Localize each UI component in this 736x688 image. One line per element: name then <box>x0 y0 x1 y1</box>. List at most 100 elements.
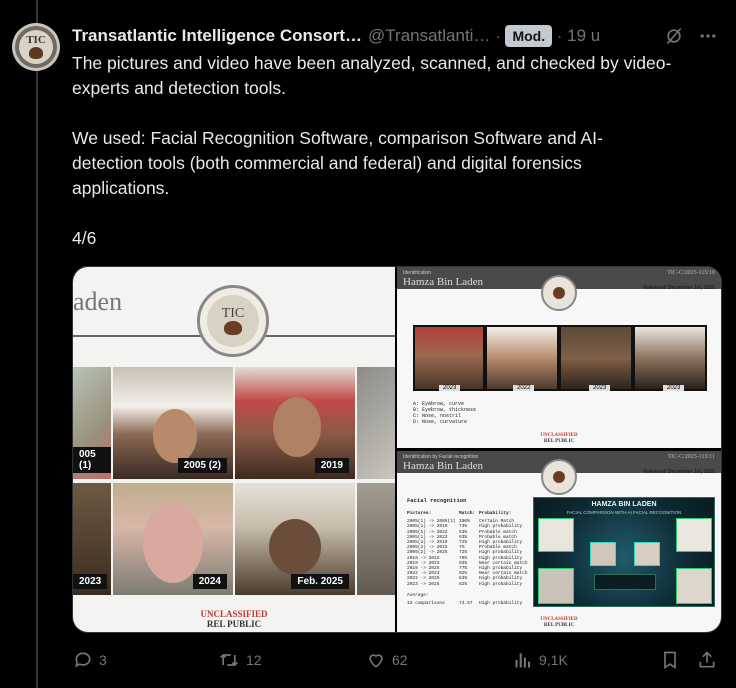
share-icon <box>699 651 715 668</box>
photo-label: 2022 <box>513 385 535 391</box>
photo: 005 (1) <box>73 367 111 479</box>
classification-sub: REL PUBLIC <box>543 623 575 628</box>
table-cell: High probability <box>479 601 523 607</box>
photo-label: 2019 <box>314 458 349 473</box>
photo-label: 2023 <box>663 385 685 391</box>
share-button[interactable] <box>697 648 723 672</box>
table-cell <box>459 593 479 598</box>
views-button[interactable]: 9,1K <box>513 648 568 672</box>
avatar[interactable]: TIC <box>12 23 60 71</box>
photo-label: 2024 <box>192 574 227 589</box>
classification-label: UNCLASSIFIED <box>540 617 578 622</box>
graphic-title: HAMZA BIN LADEN <box>591 501 657 508</box>
tic-seal: TIC <box>197 285 269 357</box>
table-cell: Match: <box>459 511 476 516</box>
recognition-graphic: HAMZA BIN LADEN FACIAL COMPARISON WITH A… <box>533 497 715 607</box>
slide-released: Released: December 1st, 2025 <box>643 285 715 291</box>
like-button[interactable]: 62 <box>366 648 408 672</box>
reply-button[interactable]: 3 <box>73 648 107 672</box>
classification-label: UNCLASSIFIED <box>200 609 268 619</box>
classification-sub: REL PUBLIC <box>543 439 575 444</box>
views-icon <box>515 653 531 668</box>
author-name[interactable]: Transatlantic Intelligence Consort… <box>72 26 362 46</box>
post-header: Transatlantic Intelligence Consort… @Tra… <box>72 24 726 48</box>
graphic-subtitle: FACIAL COMPARISON WITH AI FACIAL RECOGNI… <box>566 510 682 515</box>
eagle-icon <box>224 321 242 335</box>
media-image-left[interactable]: aden TIC 005 (1) 2005 (2) 2019 2023 2024 <box>73 267 395 632</box>
photo-label: Feb. 2025 <box>291 574 349 589</box>
more-icon[interactable] <box>696 24 720 48</box>
eagle-icon <box>29 47 43 59</box>
tic-seal <box>541 275 577 311</box>
photo-label: 2005 (2) <box>177 458 227 473</box>
photo-label: 2023 <box>589 385 611 391</box>
repost-icon <box>220 653 238 667</box>
seal-text: TIC <box>221 306 245 321</box>
tic-seal <box>541 459 577 495</box>
separator-dot: · <box>495 27 501 45</box>
media-image-bottom-right[interactable]: Identification by Facial recognition Ham… <box>397 451 721 632</box>
bookmark-icon <box>664 651 676 670</box>
table-cell: 13 comparisons <box>407 601 445 607</box>
recognition-table: Pictures: Match: Probability: 2005(1) -> 20… <box>407 511 535 606</box>
seal-inner: TIC <box>207 295 259 347</box>
heart-icon <box>369 654 383 668</box>
post-text: The pictures and video have been analyze… <box>72 51 672 251</box>
section-title: Facial recognition <box>407 497 467 504</box>
like-count: 62 <box>392 652 408 668</box>
table-cell: 74.57 <box>459 601 473 607</box>
author-handle[interactable]: @Transatlanti… <box>368 26 490 46</box>
photo: 2019 <box>235 367 355 479</box>
photo: 2023 <box>73 483 111 595</box>
legend-item: D: Nose, curvature <box>413 419 468 425</box>
post-time[interactable]: 19 u <box>567 26 600 46</box>
separator-dot: · <box>557 27 563 45</box>
media-column-right: Identification Hamza Bin Laden TIC-C/202… <box>397 267 721 632</box>
views-count: 9,1K <box>539 652 568 668</box>
table-cell: Average: <box>407 592 429 598</box>
media-grid[interactable]: aden TIC 005 (1) 2005 (2) 2019 2023 2024 <box>72 266 722 633</box>
thread-line <box>36 0 38 688</box>
photo: Feb. 2025 <box>235 483 355 595</box>
table-cell: Probability: <box>479 511 512 516</box>
post-paragraph: The pictures and video have been analyze… <box>72 53 672 98</box>
avatar-tic-text: TIC <box>26 34 46 46</box>
photo-label: 005 (1) <box>73 447 111 473</box>
photo-strip: 2023 2022 2023 2023 <box>413 325 707 391</box>
bookmark-button[interactable] <box>660 648 686 672</box>
slide-header-name: Hamza Bin Laden <box>403 460 484 472</box>
table-cell: 82% <box>459 581 468 587</box>
reply-icon <box>75 652 91 668</box>
photo: 2024 <box>113 483 233 595</box>
post-paragraph: 4/6 <box>72 228 97 248</box>
table-cell: High probability <box>479 581 523 587</box>
classification-label: UNCLASSIFIED <box>540 433 578 438</box>
table-average-label: Average: <box>407 593 535 598</box>
repost-button[interactable]: 12 <box>218 648 262 672</box>
table-row: 2023 -> 2025 82% High probability <box>407 582 535 587</box>
table-cell: 2023 -> 2025 <box>407 581 440 587</box>
avatar-emblem: TIC <box>19 30 53 64</box>
slide-title: aden <box>73 287 123 316</box>
slide-ref: TIC-C/2025-115/10 <box>667 270 715 276</box>
post-paragraph: We used: Facial Recognition Software, co… <box>72 128 603 198</box>
photo <box>357 367 395 479</box>
table-cell <box>479 593 535 598</box>
slide-ref: TIC-C/2025-115/11 <box>667 454 715 460</box>
table-cell: Pictures: <box>407 511 432 516</box>
grok-icon[interactable] <box>662 24 686 48</box>
media-image-top-right[interactable]: Identification Hamza Bin Laden TIC-C/202… <box>397 267 721 448</box>
legend: A: Eyebrow, curve B: Eyebrow, thickness … <box>413 401 476 425</box>
classification-sub: REL PUBLIC <box>206 619 262 629</box>
table-total-row: 13 comparisons 74.57 High probability <box>407 601 535 606</box>
slide-released: Released: December 1st, 2025 <box>643 469 715 475</box>
mod-badge[interactable]: Mod. <box>505 25 553 47</box>
photo: 2005 (2) <box>113 367 233 479</box>
photo <box>357 483 395 595</box>
table-header: Pictures: Match: Probability: <box>407 511 535 516</box>
reply-count: 3 <box>99 652 107 668</box>
repost-count: 12 <box>246 652 262 668</box>
slide-header-name: Hamza Bin Laden <box>403 276 484 288</box>
photo-label: 2023 <box>439 385 461 391</box>
photo-label: 2023 <box>73 574 108 589</box>
